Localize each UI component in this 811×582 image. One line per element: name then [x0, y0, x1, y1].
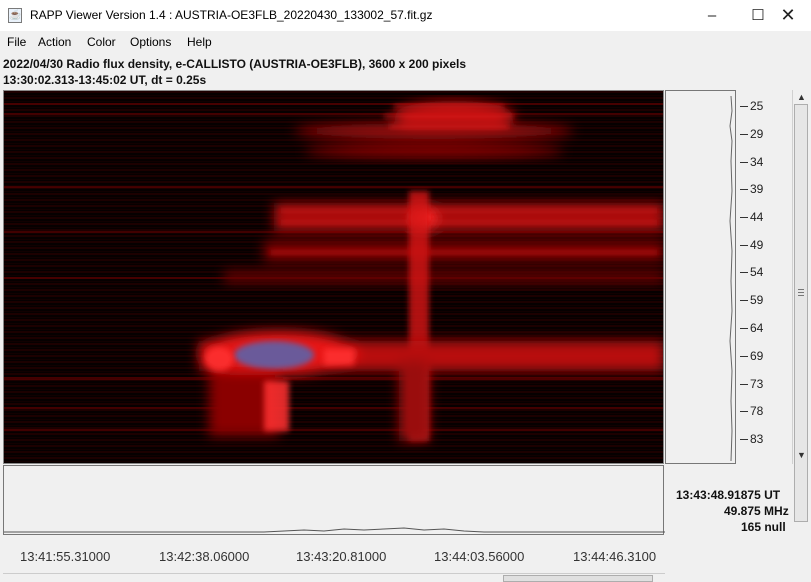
scroll-down-icon[interactable]: ▼	[793, 448, 810, 463]
time-profile-plot	[4, 527, 665, 533]
time-label-4: 13:44:46.3100	[573, 549, 657, 564]
freq-label-59: 59	[750, 293, 764, 307]
freq-label-73: 73	[750, 377, 764, 391]
freq-label-54: 54	[750, 265, 764, 279]
info-line-observation: 2022/04/30 Radio flux density, e-CALLIST…	[3, 57, 467, 71]
cursor-frequency-readout: 49.875 MHz	[724, 504, 789, 518]
cursor-time-readout: 13:43:48.91875 UT	[676, 488, 781, 502]
frequency-profile-panel	[665, 90, 736, 464]
vertical-scrollbar[interactable]: ▲ ▼	[792, 90, 810, 522]
info-line-time-range: 13:30:02.313-13:45:02 UT, dt = 0.25s	[3, 73, 207, 87]
scroll-up-icon[interactable]: ▲	[793, 90, 810, 105]
frequency-axis: 25 29 34 39 44 49 54 59 64 69 73 78 83	[736, 90, 788, 464]
time-label-0: 13:41:55.31000	[20, 549, 111, 564]
menu-file[interactable]: File	[7, 35, 26, 49]
freq-label-44: 44	[750, 210, 764, 224]
close-icon[interactable]: ✕	[765, 0, 811, 31]
freq-label-25: 25	[750, 99, 764, 113]
java-cup-icon: ☕	[8, 8, 22, 23]
cursor-value-readout: 165 null	[741, 520, 786, 534]
freq-label-83: 83	[750, 432, 764, 446]
freq-label-34: 34	[750, 155, 764, 169]
freq-label-39: 39	[750, 182, 764, 196]
menu-help[interactable]: Help	[187, 35, 212, 49]
title-bar: ☕ RAPP Viewer Version 1.4 : AUSTRIA-OE3F…	[0, 0, 811, 32]
time-label-2: 13:43:20.81000	[296, 549, 387, 564]
menu-color[interactable]: Color	[87, 35, 116, 49]
freq-label-49: 49	[750, 238, 764, 252]
time-label-3: 13:44:03.56000	[434, 549, 525, 564]
freq-label-69: 69	[750, 349, 764, 363]
freq-label-78: 78	[750, 404, 764, 418]
frequency-profile-plot	[729, 95, 733, 462]
time-label-1: 13:42:38.06000	[159, 549, 250, 564]
menu-bar: File Action Color Options Help	[0, 31, 811, 53]
spectrogram-canvas[interactable]	[3, 90, 664, 464]
freq-label-29: 29	[750, 127, 764, 141]
minimize-icon[interactable]: –	[689, 0, 735, 31]
menu-options[interactable]: Options	[130, 35, 171, 49]
menu-action[interactable]: Action	[38, 35, 71, 49]
window-title: RAPP Viewer Version 1.4 : AUSTRIA-OE3FLB…	[30, 8, 433, 22]
time-profile-panel	[3, 465, 665, 535]
burst-core	[234, 341, 314, 369]
spectrogram-image	[4, 91, 663, 463]
freq-label-64: 64	[750, 321, 764, 335]
